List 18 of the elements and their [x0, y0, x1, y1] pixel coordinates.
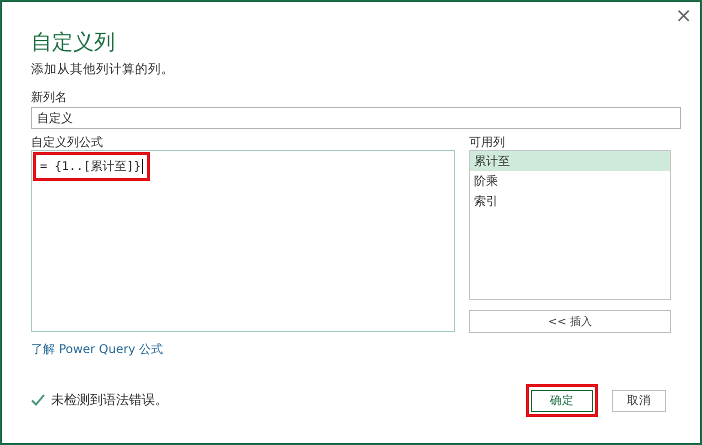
- cancel-button[interactable]: 取消: [612, 390, 666, 412]
- field-label: 新列名: [31, 89, 68, 105]
- field-label: 可用列: [469, 134, 506, 150]
- dialog-subtitle: 添加从其他列计算的列。: [31, 61, 175, 78]
- text-cursor: [142, 159, 144, 174]
- column-list-item[interactable]: 阶乘: [470, 171, 670, 191]
- formula-text: = {1..[累计至]}: [40, 158, 142, 175]
- close-button[interactable]: ×: [667, 4, 700, 26]
- column-name-field[interactable]: 自定义: [31, 107, 681, 129]
- insert-button[interactable]: << 插入: [469, 310, 671, 333]
- help-link[interactable]: 了解 Power Query 公式: [31, 341, 164, 358]
- dialog-title: 自定义列: [31, 29, 116, 56]
- formula-editor[interactable]: = {1..[累计至]}: [31, 150, 455, 332]
- column-list-item[interactable]: 索引: [470, 191, 670, 211]
- column-list-item[interactable]: 累计至: [470, 151, 670, 171]
- field-label: 自定义列公式: [31, 134, 104, 150]
- ok-button[interactable]: 确定: [531, 390, 593, 412]
- status-message: 未检测到语法错误。: [51, 392, 168, 410]
